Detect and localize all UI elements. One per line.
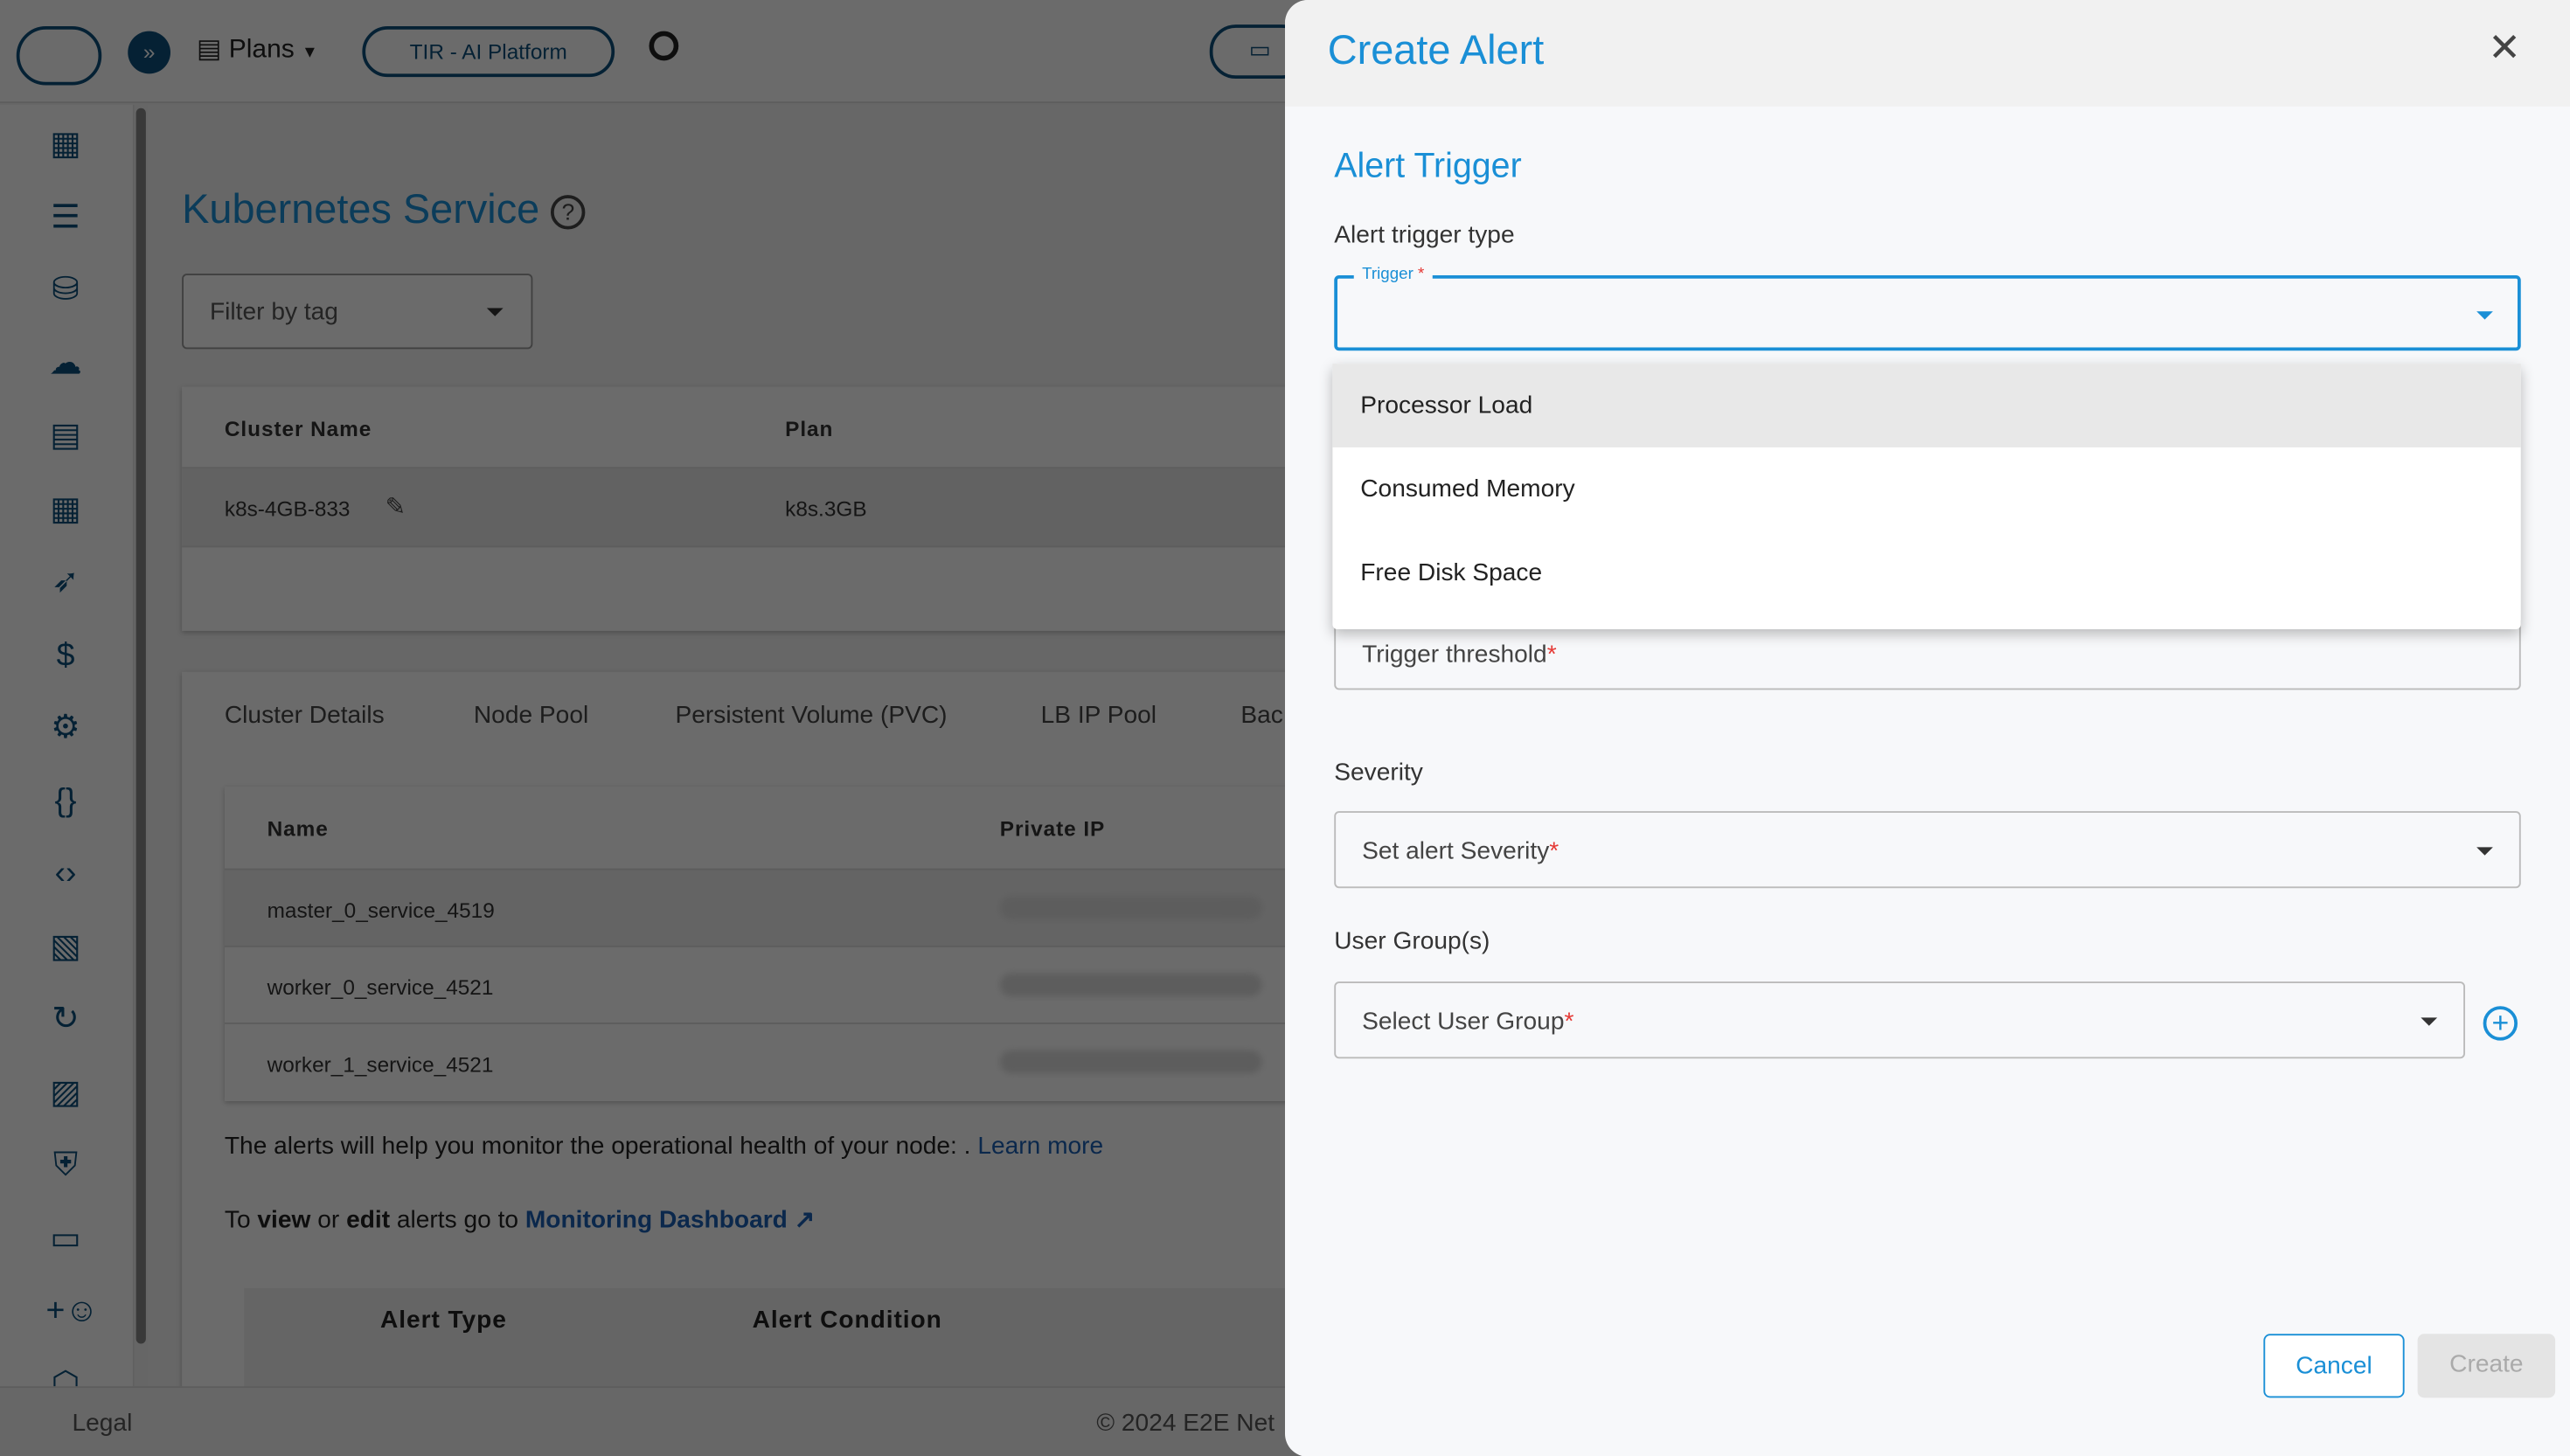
private-ip-redacted — [999, 1050, 1262, 1074]
column-header: Alert Condition — [752, 1306, 942, 1335]
alerts-info: The alerts will help you monitor the ope… — [224, 1132, 1104, 1161]
page-title: Kubernetes Service ? — [182, 187, 586, 234]
severity-select[interactable]: Set alert Severity* — [1334, 811, 2521, 889]
cancel-button[interactable]: Cancel — [2263, 1334, 2405, 1398]
nodes-icon[interactable]: ☰ — [46, 198, 86, 237]
cluster-table: Cluster Name Plan k8s-4GB-833 ✎ k8s.3GB — [182, 386, 1330, 631]
trigger-option[interactable]: Consumed Memory — [1332, 447, 2520, 531]
tab[interactable]: Persistent Volume (PVC) — [676, 702, 948, 730]
code-icon[interactable]: ‹› — [46, 854, 86, 893]
column-header: Private IP — [999, 815, 1106, 841]
filter-by-tag-select[interactable]: Filter by tag — [182, 274, 533, 350]
tir-platform-button[interactable]: TIR - AI Platform — [362, 26, 615, 78]
cdn-icon[interactable]: ☁ — [46, 343, 86, 383]
drawer-title: Create Alert — [1327, 27, 1545, 74]
caret-down-icon — [2476, 311, 2493, 320]
node-name: worker_0_service_4521 — [267, 974, 494, 1000]
tab[interactable]: Node Pool — [474, 702, 588, 730]
expand-sidebar-button[interactable]: » — [128, 31, 170, 74]
tab[interactable]: LB IP Pool — [1041, 702, 1156, 730]
trigger-option[interactable]: Free Disk Space — [1332, 531, 2520, 615]
user-group-label: User Group(s) — [1334, 927, 1490, 956]
trigger-option[interactable]: Processor Load — [1332, 364, 2521, 447]
trigger-type-label: Alert trigger type — [1334, 221, 1515, 249]
private-ip-redacted — [999, 973, 1262, 996]
table-row[interactable]: master_0_service_4519 — [224, 868, 1339, 946]
close-icon[interactable]: ✕ — [2488, 29, 2521, 69]
section-title: Alert Trigger — [1334, 147, 1522, 185]
settings-icon[interactable]: ⚙ — [46, 708, 86, 747]
column-header: Name — [267, 815, 329, 841]
legal-link[interactable]: Legal — [73, 1410, 133, 1438]
trigger-field-label: Trigger — [1362, 265, 1414, 284]
trigger-select[interactable]: Trigger * — [1334, 265, 2521, 351]
column-header: Alert Type — [380, 1306, 507, 1335]
caret-down-icon — [2421, 1017, 2438, 1026]
plans-icon: ▤ — [197, 36, 222, 65]
sidebar: ▦ ☰ ⛁ ☁ ▤ ▦ ➶ $ ⚙{} ‹› ▧ ↻ ▨ ⛨ ▭ +☺ ⬡ — [0, 105, 135, 1402]
billing-icon[interactable]: $ — [46, 635, 86, 675]
edit-icon[interactable]: ✎ — [386, 492, 406, 521]
copyright: © 2024 E2E Net — [1096, 1409, 1275, 1438]
main-content: Kubernetes Service ? Filter by tag Clust… — [147, 105, 1359, 1419]
braces-icon[interactable]: {} — [46, 780, 86, 820]
learn-more-link[interactable]: Learn more — [977, 1133, 1103, 1161]
e2e-logo[interactable] — [16, 26, 102, 86]
help-icon[interactable]: ? — [551, 195, 586, 230]
column-header: Cluster Name — [224, 416, 372, 441]
caret-down-icon — [2476, 847, 2493, 856]
caret-down-icon: ▼ — [302, 44, 318, 63]
add-user-group-icon[interactable]: + — [2483, 1006, 2518, 1041]
document-icon[interactable]: ▧ — [46, 926, 86, 966]
rocket-icon[interactable]: ➶ — [46, 562, 86, 601]
node-table: Name Private IP master_0_service_4519wor… — [224, 787, 1339, 1101]
table-row[interactable]: worker_1_service_4521 — [224, 1023, 1339, 1099]
tab[interactable]: Cluster Details — [225, 702, 385, 730]
create-button[interactable]: Create — [2417, 1334, 2556, 1398]
table-row[interactable]: worker_0_service_4521 — [224, 945, 1339, 1023]
security-icon[interactable]: ⛨ — [46, 1146, 86, 1185]
user-group-select[interactable]: Select User Group* — [1334, 981, 2465, 1059]
create-alert-drawer: Create Alert ✕ Alert Trigger Alert trigg… — [1285, 0, 2570, 1456]
grid-icon[interactable]: ▦ — [46, 489, 86, 529]
node-name: worker_1_service_4521 — [267, 1051, 494, 1077]
trigger-dropdown-menu: Processor Load Consumed Memory Free Disk S… — [1332, 364, 2521, 629]
dashboard-icon[interactable]: ▦ — [46, 125, 86, 164]
database-icon[interactable]: ⛁ — [46, 270, 86, 309]
server-icon[interactable]: ▤ — [46, 416, 86, 455]
cluster-name[interactable]: k8s-4GB-833 — [225, 496, 351, 521]
severity-label: Severity — [1334, 759, 1423, 787]
private-ip-redacted — [999, 896, 1262, 919]
node-name: master_0_service_4519 — [267, 898, 495, 923]
refresh-chat-icon[interactable]: ↻ — [46, 1000, 86, 1039]
sidebar-scrollbar[interactable] — [135, 107, 146, 1344]
monitoring-dashboard-link[interactable]: Monitoring Dashboard ↗ — [525, 1206, 815, 1234]
tab[interactable]: Bac — [1240, 702, 1282, 730]
add-user-icon[interactable]: +☺ — [46, 1292, 99, 1331]
view-edit-info: To view or edit alerts go to Monitoring … — [224, 1206, 816, 1234]
monitor-icon[interactable]: ▭ — [46, 1218, 86, 1258]
plans-menu[interactable]: ▤ Plans ▼ — [197, 33, 318, 66]
modal-backdrop[interactable]: » ▤ Plans ▼ TIR - AI Platform ▭ ▦ ☰ ⛁ ☁ ▤ ▦ ➶ $… — [0, 0, 2570, 1456]
table-row[interactable]: k8s-4GB-833 ✎ k8s.3GB — [182, 468, 1330, 548]
cluster-details-panel: Cluster Details Node Pool Persistent Volum… — [182, 671, 1359, 1419]
column-header: Plan — [785, 416, 834, 441]
search-icon[interactable] — [649, 31, 679, 61]
drawer-header: Create Alert ✕ — [1285, 0, 2570, 107]
image-icon[interactable]: ▨ — [46, 1072, 86, 1112]
cluster-plan: k8s.3GB — [785, 496, 867, 522]
